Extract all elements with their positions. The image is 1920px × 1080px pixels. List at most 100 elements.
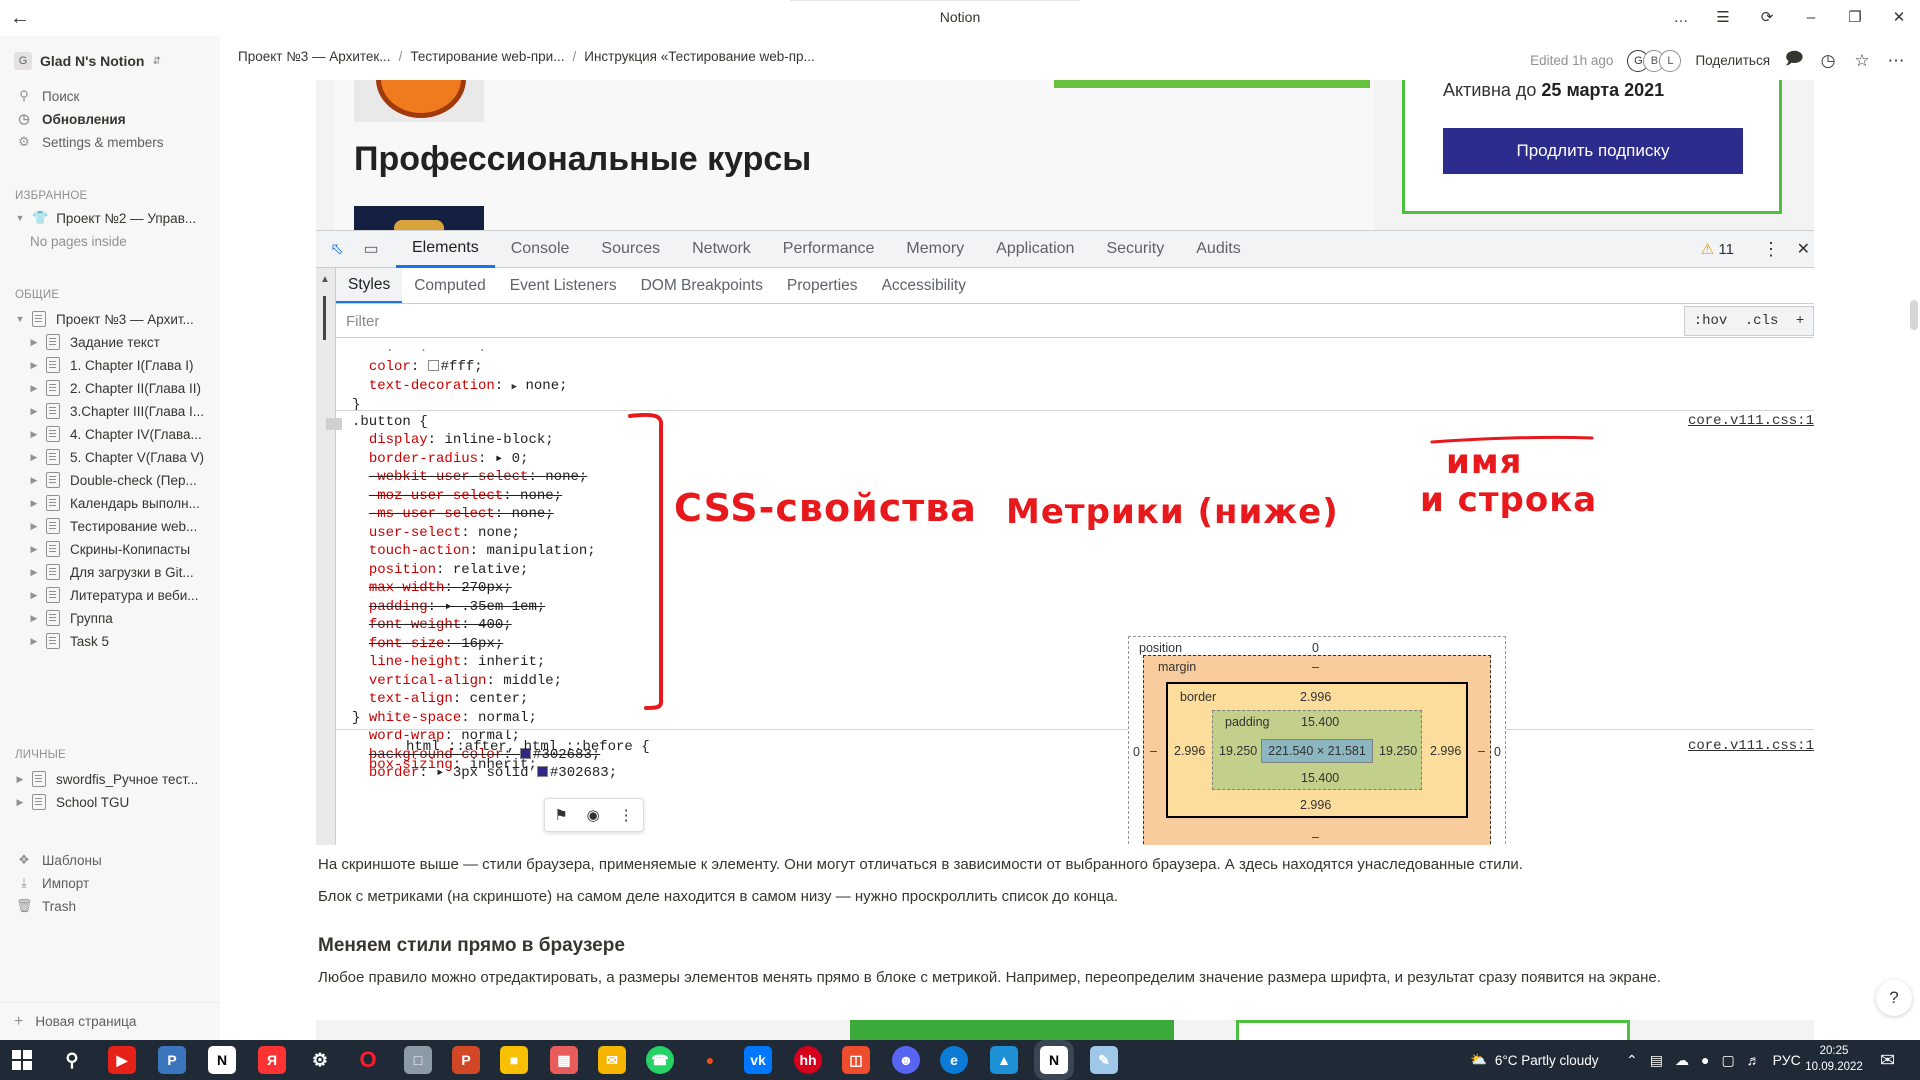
close-icon[interactable]: ✕ [1886, 6, 1912, 30]
toggle-closed-icon[interactable]: ▶ [28, 636, 40, 647]
powerpoint-icon[interactable]: P [452, 1046, 480, 1074]
sidebar-item-settings[interactable]: ⚙ Settings & members [0, 130, 220, 154]
toggle-open-icon[interactable]: ▼ [14, 213, 26, 223]
weather-widget[interactable]: ⛅ 6°C Partly cloudy [1470, 1040, 1599, 1080]
sidebar-page-favorite[interactable]: ▼ 👕 Проект №2 — Управ... [0, 206, 220, 230]
folder-icon[interactable]: ■ [500, 1046, 528, 1074]
toggle-closed-icon[interactable]: ▶ [28, 383, 40, 394]
sidebar-page-item[interactable]: ▶ Задание текст [0, 330, 220, 354]
files-icon[interactable]: □ [404, 1046, 432, 1074]
help-button[interactable]: ? [1876, 980, 1912, 1016]
more-icon[interactable]: ⋮ [619, 806, 634, 824]
toggle-open-icon[interactable]: ▼ [14, 314, 26, 324]
app-icon[interactable]: ▦ [550, 1046, 578, 1074]
sidebar-page-item[interactable]: ▶ 1. Chapter I(Глава I) [0, 353, 220, 377]
cloud-icon[interactable]: ☁ [1675, 1052, 1689, 1069]
share-button[interactable]: Поделиться [1695, 53, 1770, 68]
volume-icon[interactable]: ♬ [1747, 1052, 1761, 1068]
sidebar-page-item[interactable]: ▶ Double-check (Пер... [0, 468, 220, 492]
gear-icon[interactable]: ⚙ [306, 1046, 334, 1074]
discord-icon[interactable]: ☻ [892, 1046, 920, 1074]
chevron-up-icon[interactable]: ⌃ [1626, 1052, 1638, 1069]
python-icon[interactable]: P [158, 1046, 186, 1074]
whatsapp-icon[interactable]: ☎ [646, 1046, 674, 1074]
sidebar-page-item[interactable]: ▶ Группа [0, 606, 220, 630]
toggle-closed-icon[interactable]: ▶ [28, 452, 40, 463]
toggle-closed-icon[interactable]: ▶ [28, 360, 40, 371]
yandex-icon[interactable]: Я [258, 1046, 286, 1074]
page-icon [46, 449, 60, 465]
sidebar-page-private[interactable]: ▶ swordfis_Ручное тест... [0, 767, 220, 791]
toggle-closed-icon[interactable]: ▶ [14, 797, 26, 808]
more-icon[interactable]: ⋯ [1886, 51, 1906, 71]
avatar-group[interactable]: G B L [1627, 49, 1682, 72]
workspace-badge: G [14, 52, 32, 70]
notepad-icon[interactable]: ✎ [1090, 1046, 1118, 1074]
microphone-icon[interactable]: ● [1701, 1052, 1709, 1068]
notion-icon[interactable]: N [208, 1046, 236, 1074]
breadcrumb-item[interactable]: Проект №3 — Архитек... [238, 49, 391, 64]
sidebar-page-item[interactable]: ▶ Скрины-Копипасты [0, 537, 220, 561]
sidebar-page-private[interactable]: ▶ School TGU [0, 790, 220, 814]
sidebar-item-trash[interactable]: 🗑 Trash [0, 894, 220, 918]
sidebar-page-item[interactable]: ▶ Тестирование web... [0, 514, 220, 538]
sidebar-item-templates[interactable]: ❖ Шаблоны [0, 848, 220, 872]
clock[interactable]: 20:25 10.09.2022 [1796, 1043, 1872, 1075]
sidebar-item-search[interactable]: ⚲ Поиск [0, 84, 220, 108]
toggle-closed-icon[interactable]: ▶ [28, 429, 40, 440]
network-icon[interactable]: ▢ [1721, 1052, 1734, 1069]
camera-icon[interactable]: ◉ [587, 806, 600, 824]
rotate-icon[interactable]: ⟳ [1754, 6, 1780, 30]
device-icon[interactable]: ▤ [1650, 1052, 1663, 1069]
bookmark-icon[interactable]: ⚑ [554, 806, 567, 824]
toggle-closed-icon[interactable]: ▶ [28, 337, 40, 348]
comment-icon[interactable]: 🗩 [1784, 46, 1804, 75]
toggle-closed-icon[interactable]: ▶ [28, 544, 40, 555]
star-icon[interactable]: ☆ [1852, 51, 1872, 71]
search-icon[interactable]: ⚲ [58, 1046, 86, 1074]
sidebar-item-updates[interactable]: ◷ Обновления [0, 107, 220, 131]
history-icon[interactable]: ◷ [1818, 51, 1838, 71]
new-page-button[interactable]: + Новая страница [0, 1002, 220, 1040]
sidebar-page-item[interactable]: ▶ 4. Chapter IV(Глава... [0, 422, 220, 446]
toggle-closed-icon[interactable]: ▶ [14, 774, 26, 785]
sidebar-page-root[interactable]: ▼ Проект №3 — Архит... [0, 307, 220, 331]
edge-icon[interactable]: e [940, 1046, 968, 1074]
figma-icon[interactable]: ● [696, 1046, 724, 1074]
scrollbar[interactable] [1910, 300, 1918, 330]
opera-icon[interactable]: O [354, 1046, 382, 1074]
sidebar-page-item[interactable]: ▶ Task 5 [0, 629, 220, 653]
toggle-closed-icon[interactable]: ▶ [28, 475, 40, 486]
toggle-closed-icon[interactable]: ▶ [28, 613, 40, 624]
sidebar-page-item[interactable]: ▶ 2. Chapter II(Глава II) [0, 376, 220, 400]
photos-icon[interactable]: ▲ [990, 1046, 1018, 1074]
toggle-closed-icon[interactable]: ▶ [28, 521, 40, 532]
vk-icon[interactable]: vk [744, 1046, 772, 1074]
sidebar-page-item[interactable]: ▶ 3.Chapter III(Глава I... [0, 399, 220, 423]
hh-icon[interactable]: hh [794, 1046, 822, 1074]
workspace-switcher[interactable]: G Glad N's Notion ⇵ [14, 50, 161, 72]
toggle-closed-icon[interactable]: ▶ [28, 498, 40, 509]
notion-active-icon[interactable]: N [1040, 1046, 1068, 1074]
toggle-closed-icon[interactable]: ▶ [28, 567, 40, 578]
shop-icon[interactable]: ◫ [842, 1046, 870, 1074]
menu-icon[interactable]: ☰ [1710, 6, 1736, 30]
breadcrumb-item[interactable]: Тестирование web-при... [410, 49, 564, 64]
sidebar-page-item[interactable]: ▶ Для загрузки в Git... [0, 560, 220, 584]
windows-start-icon[interactable] [12, 1050, 32, 1070]
youtube-icon[interactable]: ▶ [108, 1046, 136, 1074]
toggle-closed-icon[interactable]: ▶ [28, 406, 40, 417]
breadcrumb-item[interactable]: Инструкция «Тестирование web-пр... [584, 49, 815, 64]
restore-icon[interactable]: ❐ [1842, 6, 1868, 30]
notifications-icon[interactable]: ✉ [1880, 1040, 1895, 1080]
status-prefix: Активна до [1443, 80, 1542, 100]
sidebar-item-import[interactable]: ⤓ Импорт [0, 871, 220, 895]
sidebar-page-item[interactable]: ▶ Литература и веби... [0, 583, 220, 607]
minimize-icon[interactable]: – [1798, 6, 1824, 30]
mail-icon[interactable]: ✉ [598, 1046, 626, 1074]
sidebar-page-item[interactable]: ▶ Календарь выполн... [0, 491, 220, 515]
page-icon [46, 564, 60, 580]
toggle-closed-icon[interactable]: ▶ [28, 590, 40, 601]
sidebar-page-item[interactable]: ▶ 5. Chapter V(Глава V) [0, 445, 220, 469]
more-icon[interactable]: … [1668, 6, 1694, 30]
